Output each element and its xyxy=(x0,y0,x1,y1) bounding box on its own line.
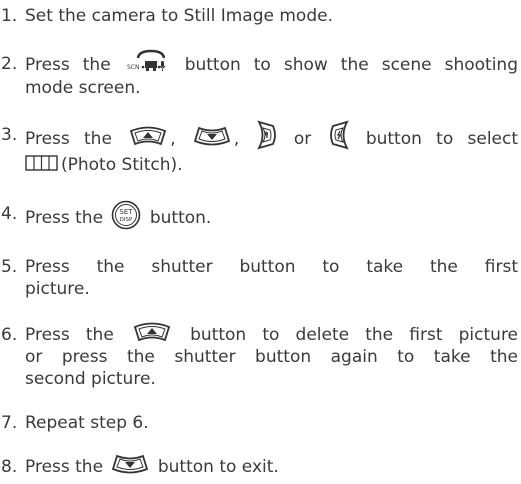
step-text: Repeat step 6. xyxy=(25,413,149,433)
step-text: button to select xyxy=(365,129,519,149)
step-text-continued: or press the shutter button again to tak… xyxy=(25,347,518,367)
step-text: button. xyxy=(149,208,212,228)
step-text: Press the xyxy=(25,55,111,75)
step-text: button to exit. xyxy=(157,457,279,477)
step-text-continued: picture. xyxy=(25,279,90,299)
step-text: Set the camera to Still Image mode. xyxy=(25,6,333,26)
step-number: 3. xyxy=(1,125,18,145)
step-number: 7. xyxy=(1,413,18,433)
up-button-icon xyxy=(129,125,167,147)
instruction-list: 1. Set the camera to Still Image mode. 2… xyxy=(1,6,519,477)
step-number: 5. xyxy=(1,257,18,277)
set-disp-button-icon: SET DISP xyxy=(111,200,141,230)
step-text: button to delete the first picture xyxy=(190,325,519,345)
step-number: 1. xyxy=(1,6,18,26)
scene-label: SCN xyxy=(127,64,140,71)
step-text: button to show the scene shooting xyxy=(184,55,518,75)
down-button-icon xyxy=(111,453,149,475)
step-number: 8. xyxy=(1,457,18,477)
step-text: Press the xyxy=(25,325,114,345)
step-number: 4. xyxy=(1,204,18,224)
step-text: Press the xyxy=(25,208,104,228)
right-button-icon xyxy=(329,120,349,150)
set-label: SET xyxy=(120,208,134,216)
step-text-continued: (Photo Stitch). xyxy=(61,155,183,175)
down-button-icon xyxy=(193,125,231,147)
photo-stitch-icon xyxy=(25,154,58,172)
scene-mode-button-icon: SCN xyxy=(126,49,170,73)
step-number: 6. xyxy=(1,325,18,345)
up-button-icon xyxy=(133,321,171,343)
step-text-continued: mode screen. xyxy=(25,78,141,98)
step-text: Press the xyxy=(25,457,104,477)
left-button-icon xyxy=(256,120,277,150)
step-text: Press the xyxy=(25,129,112,149)
step-number: 2. xyxy=(1,54,18,74)
disp-label: DISP xyxy=(120,217,133,223)
step-text-continued: second picture. xyxy=(25,369,156,389)
step-text: Press the shutter button to take the fir… xyxy=(25,257,518,277)
